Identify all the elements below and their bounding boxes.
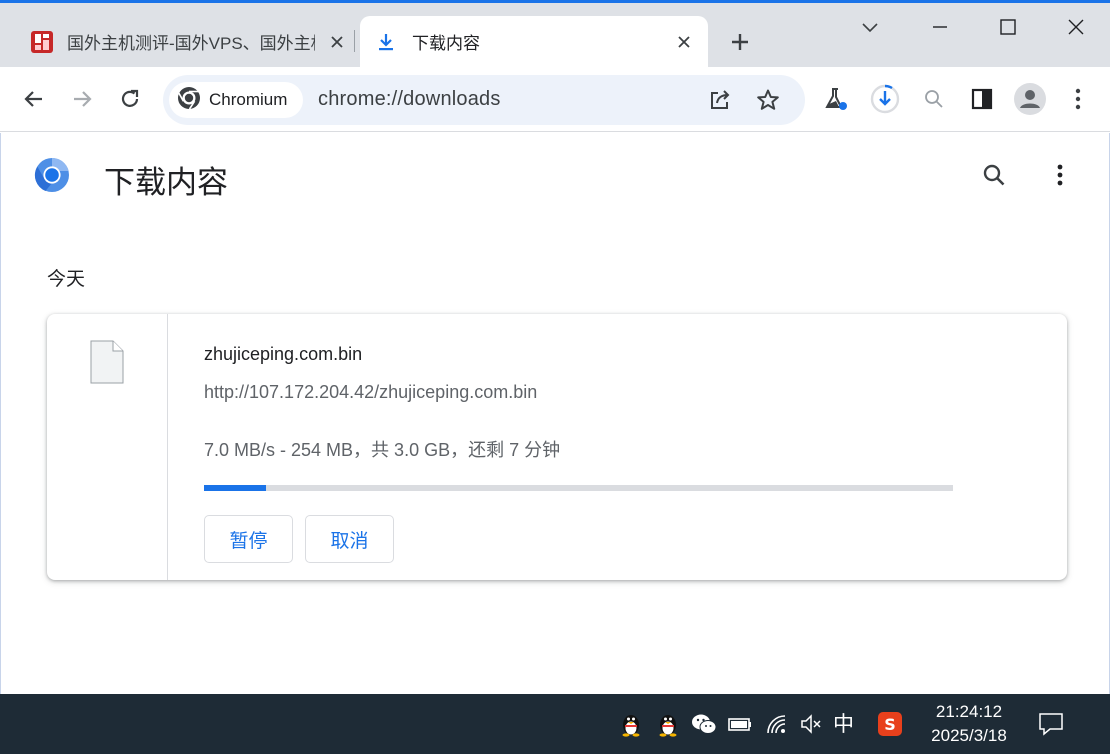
pause-button[interactable]: 暂停 bbox=[204, 515, 293, 563]
more-vert-icon[interactable] bbox=[1060, 81, 1096, 117]
side-panel-icon[interactable] bbox=[964, 81, 1000, 117]
sogou-ime-icon[interactable]: S bbox=[876, 710, 904, 738]
omnibox[interactable]: Chromium chrome://downloads bbox=[163, 75, 805, 125]
lab-flask-icon[interactable] bbox=[818, 81, 854, 117]
download-status-text: 7.0 MB/s - 254 MB，共 3.0 GB，还剩 7 分钟 bbox=[204, 440, 561, 460]
new-tab-plus-icon[interactable] bbox=[726, 28, 754, 56]
clock-time: 21:24:12 bbox=[935, 702, 1003, 721]
share-icon[interactable] bbox=[704, 84, 736, 116]
forward-arrow-icon[interactable] bbox=[64, 81, 100, 117]
tab-title: 下载内容 bbox=[412, 34, 480, 53]
browser-toolbar: Chromium chrome://downloads bbox=[0, 67, 1110, 132]
url-text[interactable]: chrome://downloads bbox=[318, 88, 501, 111]
download-progress-icon[interactable] bbox=[867, 81, 903, 117]
file-icon bbox=[90, 340, 124, 384]
source-url-link[interactable]: http://107.172.204.42/zhujiceping.com.bi… bbox=[204, 382, 537, 403]
downloads-page: zhujiceping.com 下载内容 今天 zhujiceping.com.… bbox=[0, 133, 1110, 694]
battery-icon[interactable] bbox=[726, 710, 754, 738]
close-window-icon[interactable] bbox=[1058, 12, 1094, 42]
chip-label: Chromium bbox=[209, 90, 288, 109]
search-icon[interactable] bbox=[974, 155, 1014, 195]
volume-muted-icon[interactable] bbox=[797, 710, 825, 738]
download-item-card: zhujiceping.com.bin http://107.172.204.4… bbox=[47, 314, 1067, 580]
wifi-icon[interactable] bbox=[763, 710, 791, 738]
tab-close-icon[interactable] bbox=[672, 30, 696, 54]
svg-text:S: S bbox=[884, 715, 896, 734]
site-favicon-icon bbox=[30, 30, 54, 54]
qq-penguin-icon[interactable] bbox=[654, 710, 682, 738]
minimize-icon[interactable] bbox=[922, 12, 958, 42]
taskbar: 中 S 21:24:12 2025/3/18 bbox=[0, 694, 1110, 754]
chromium-logo-icon bbox=[34, 157, 70, 193]
card-divider bbox=[167, 314, 168, 580]
tab-search-chevron-icon[interactable] bbox=[852, 12, 888, 42]
tab-title: 国外主机测评-国外VPS、国外主机 bbox=[67, 34, 315, 53]
reload-icon[interactable] bbox=[112, 81, 148, 117]
chromium-logo-icon bbox=[177, 86, 201, 115]
download-icon bbox=[374, 30, 398, 54]
system-clock[interactable]: 21:24:12 2025/3/18 bbox=[918, 700, 1020, 748]
bookmark-star-icon[interactable] bbox=[752, 84, 784, 116]
download-progress-bar bbox=[204, 485, 953, 491]
section-date-header: 今天 bbox=[47, 269, 86, 290]
site-info-chip[interactable]: Chromium bbox=[169, 82, 303, 118]
page-title: 下载内容 bbox=[104, 165, 228, 200]
tab-downloads[interactable]: 下载内容 bbox=[360, 16, 708, 67]
zoom-search-icon[interactable] bbox=[916, 81, 952, 117]
more-actions-icon[interactable] bbox=[1040, 155, 1080, 195]
file-name-link[interactable]: zhujiceping.com.bin bbox=[204, 344, 362, 365]
tab-close-icon[interactable] bbox=[325, 30, 349, 54]
notification-icon[interactable] bbox=[1037, 710, 1065, 738]
cancel-button[interactable]: 取消 bbox=[305, 515, 394, 563]
tab-zhujiceping[interactable]: 国外主机测评-国外VPS、国外主机 bbox=[16, 16, 354, 67]
window-accent-line bbox=[0, 0, 1110, 3]
tab-separator bbox=[354, 30, 355, 52]
download-progress-fill bbox=[204, 485, 266, 491]
profile-avatar-icon[interactable] bbox=[1012, 81, 1048, 117]
ime-indicator[interactable]: 中 bbox=[833, 708, 854, 738]
tab-strip: 国外主机测评-国外VPS、国外主机 下载内容 bbox=[0, 0, 1110, 67]
qq-penguin-icon[interactable] bbox=[617, 710, 645, 738]
wechat-icon[interactable] bbox=[690, 710, 718, 738]
clock-date: 2025/3/18 bbox=[931, 726, 1007, 745]
maximize-icon[interactable] bbox=[990, 12, 1026, 42]
back-arrow-icon[interactable] bbox=[16, 81, 52, 117]
